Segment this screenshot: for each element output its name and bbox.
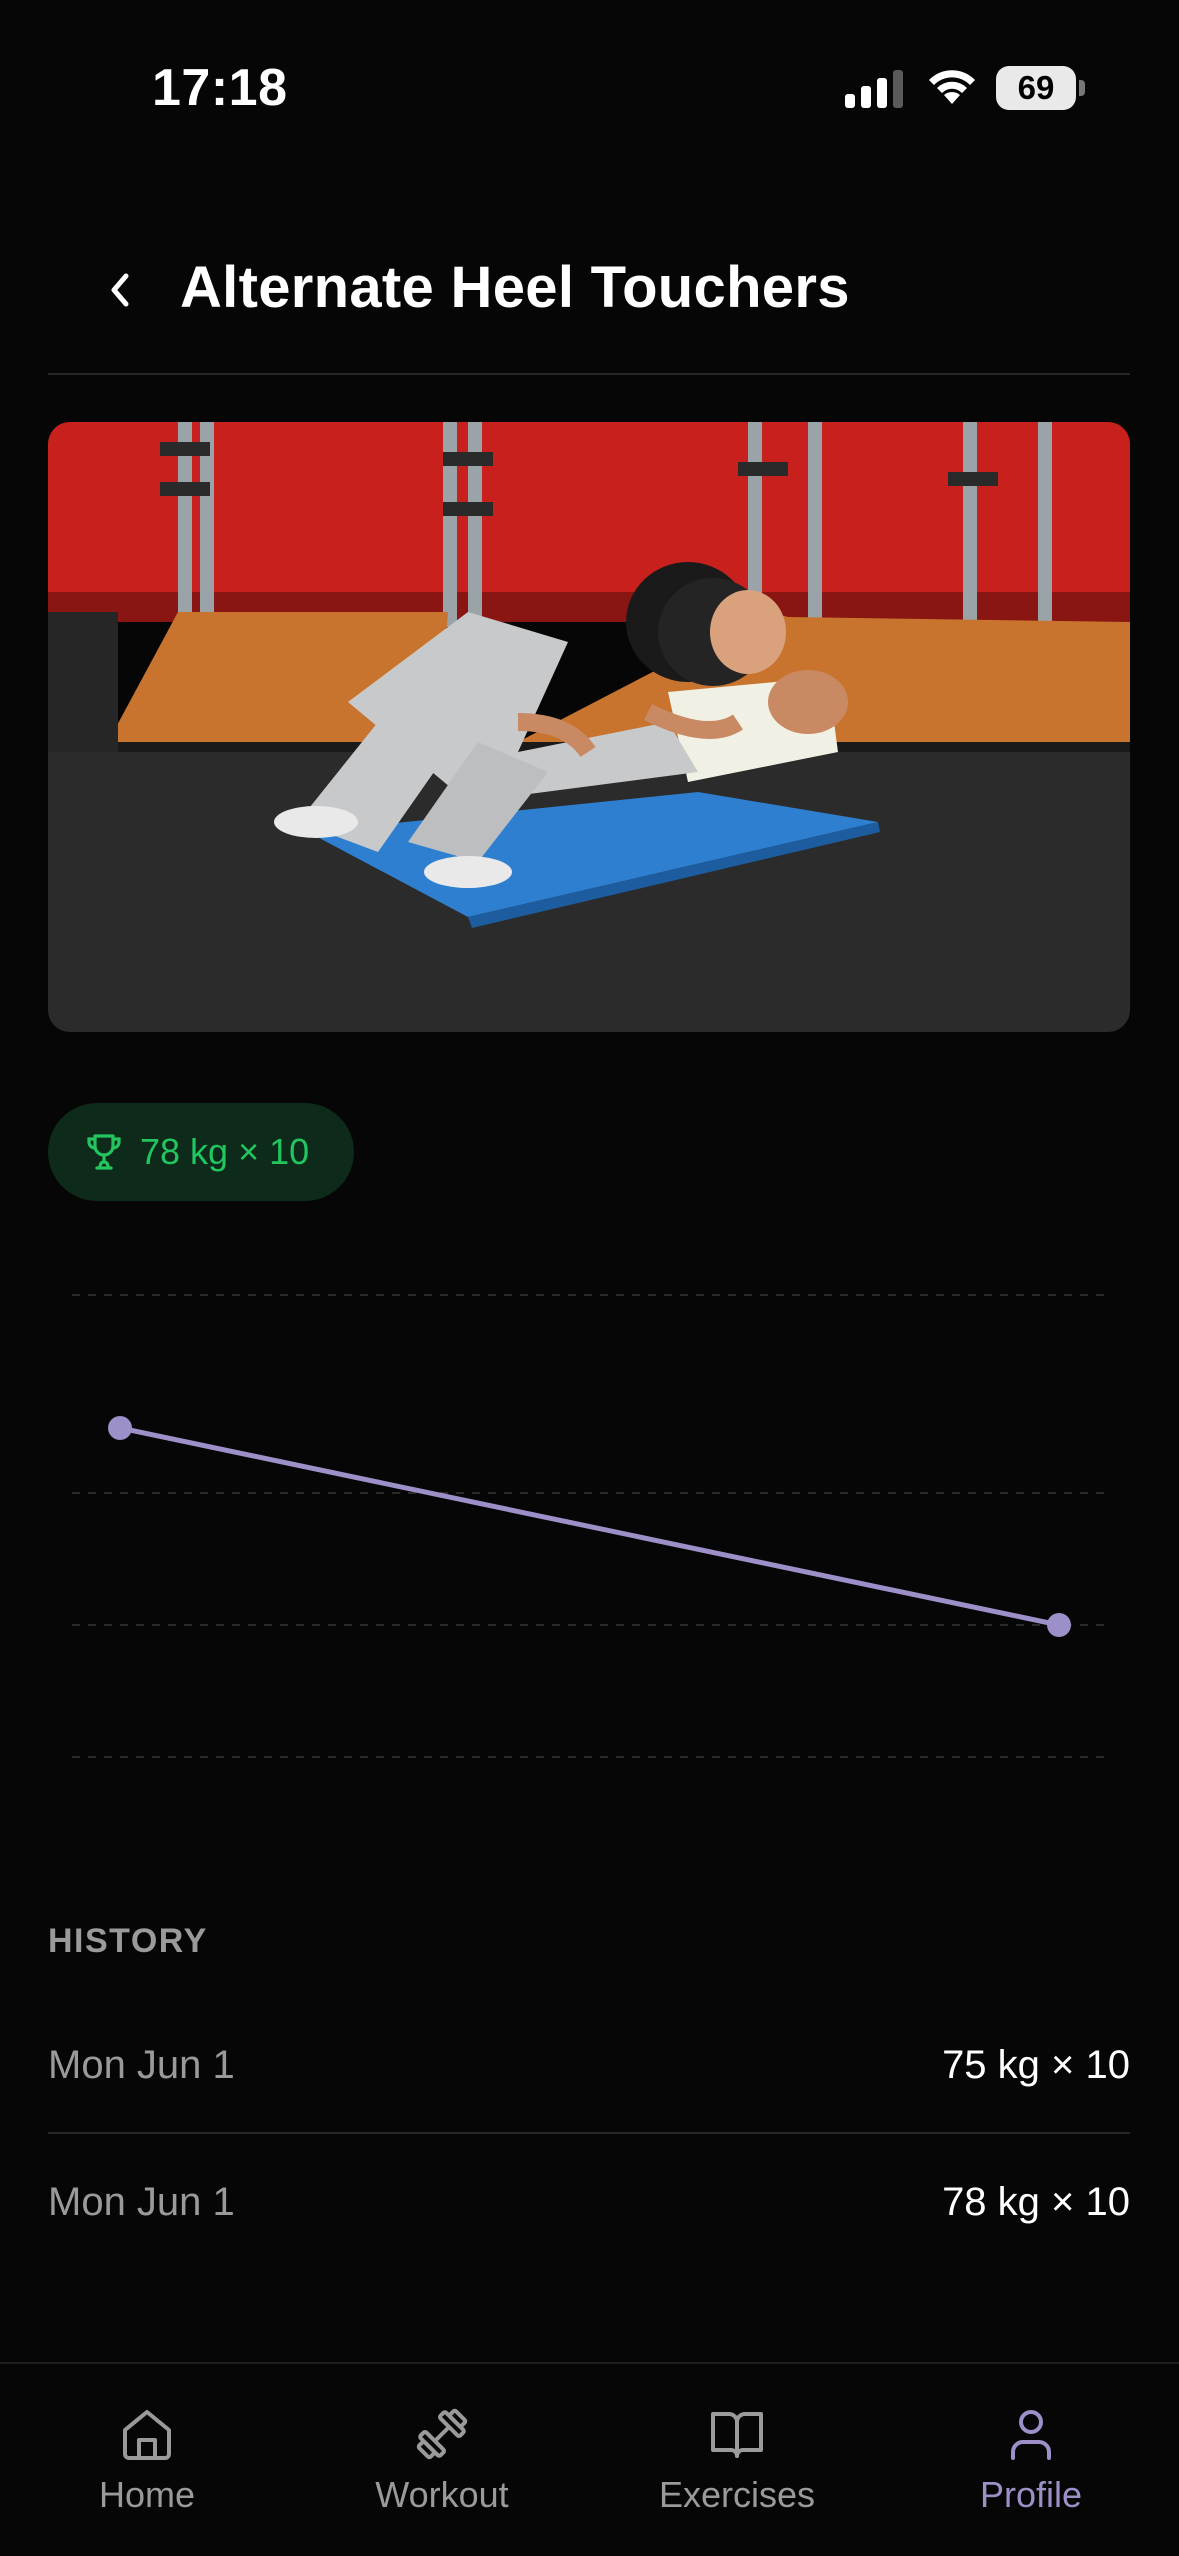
tab-label: Workout	[375, 2474, 509, 2515]
chart-series	[108, 1416, 1071, 1637]
back-button[interactable]	[92, 262, 148, 318]
history-row[interactable]: Mon Jun 1 75 kg × 10	[48, 1998, 1130, 2134]
dumbbell-icon	[416, 2408, 468, 2460]
data-point	[108, 1416, 132, 1440]
header: Alternate Heel Touchers	[48, 230, 1130, 375]
progress-chart	[72, 1294, 1105, 1758]
history-list: Mon Jun 1 75 kg × 10 Mon Jun 1 78 kg × 1…	[48, 1998, 1130, 2270]
user-icon	[1011, 2410, 1051, 2460]
history-value: 75 kg × 10	[942, 2042, 1130, 2087]
book-icon	[711, 2412, 763, 2458]
personal-record-badge: 78 kg × 10	[48, 1103, 354, 1201]
chevron-left-icon	[111, 273, 129, 307]
trophy-icon	[87, 1134, 121, 1170]
tab-home[interactable]: Home	[37, 2404, 257, 2524]
tab-profile[interactable]: Profile	[921, 2404, 1141, 2524]
exercise-detail-screen: 17:18 69 Alternate Heel Touchers 78 kg ×…	[0, 0, 1179, 2556]
tab-exercises[interactable]: Exercises	[627, 2404, 847, 2524]
status-time: 17:18	[152, 59, 288, 117]
series-line	[117, 1425, 1062, 1628]
cellular-signal-icon	[845, 70, 903, 108]
battery-indicator: 69	[996, 66, 1076, 110]
history-date: Mon Jun 1	[48, 2042, 235, 2087]
status-bar: 17:18 69	[0, 0, 1179, 175]
tab-label: Exercises	[658, 2474, 816, 2515]
personal-record-label: 78 kg × 10	[140, 1131, 310, 1172]
tab-label: Home	[98, 2474, 196, 2515]
history-date: Mon Jun 1	[48, 2179, 235, 2224]
page-title: Alternate Heel Touchers	[180, 255, 850, 320]
tab-workout[interactable]: Workout	[332, 2404, 552, 2524]
history-value: 78 kg × 10	[942, 2179, 1130, 2224]
exercise-image	[48, 422, 1130, 1032]
data-point	[1047, 1613, 1071, 1637]
exercise-photo	[48, 422, 1130, 1032]
battery-tip	[1079, 80, 1085, 96]
history-heading: HISTORY	[48, 1922, 208, 1960]
home-icon	[123, 2410, 171, 2460]
history-row[interactable]: Mon Jun 1 78 kg × 10	[48, 2134, 1130, 2270]
tab-label: Profile	[979, 2474, 1083, 2515]
wifi-icon	[929, 70, 975, 104]
tab-bar: Home Workout Exercises Profile	[0, 2362, 1179, 2556]
